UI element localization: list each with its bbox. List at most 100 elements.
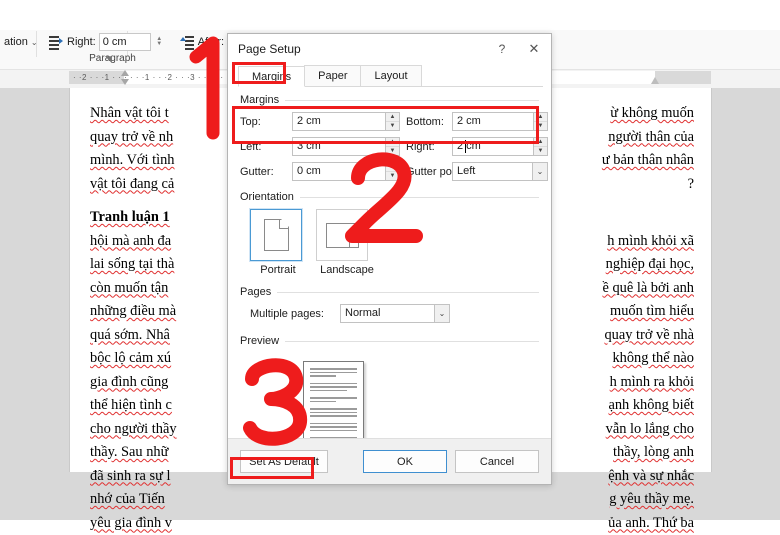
doc-line-right: ề quê là bởi anh	[602, 277, 694, 301]
spin-down-icon[interactable]: ▼	[386, 172, 399, 180]
multiple-pages-label: Multiple pages:	[250, 308, 330, 320]
gutter-position-select[interactable]: Left ⌄	[452, 162, 548, 181]
first-line-indent-marker[interactable]	[121, 70, 130, 85]
spacing-after-icon	[180, 35, 195, 49]
doc-line-right: nghiệp đại học,	[606, 253, 694, 277]
multiple-pages-select[interactable]: Normal ⌄	[340, 304, 450, 323]
doc-line-right: ừ không muốn	[610, 102, 694, 126]
preview-page-thumbnail	[303, 361, 364, 445]
orientation-portrait-label: Portrait	[250, 264, 306, 276]
preview-text-line	[310, 415, 357, 417]
section-rule	[300, 197, 539, 198]
preview-text-line	[310, 430, 357, 432]
section-rule	[285, 341, 539, 342]
doc-line-left: Nhân vật tôi t	[90, 105, 169, 121]
preview-text-line	[310, 408, 357, 410]
hanging-indent-icon	[121, 70, 129, 76]
orientation-landscape-option[interactable]: Landscape	[316, 209, 378, 276]
annotation-box-margin-fields	[232, 106, 539, 144]
dialog-primary-actions: OK Cancel	[363, 450, 539, 473]
doc-line-left: yêu gia đình v	[90, 515, 172, 531]
pages-section: Pages Multiple pages: Normal ⌄	[240, 286, 539, 323]
page-setup-dialog[interactable]: Page Setup ? ✕ Margins Paper Layout Marg…	[227, 33, 552, 485]
portrait-thumbnail[interactable]	[250, 209, 302, 261]
preview-text-line	[310, 423, 357, 425]
tab-layout[interactable]: Layout	[360, 65, 421, 86]
indent-right-input[interactable]: 0 cm	[99, 33, 151, 51]
doc-line-right: quay trở về nhà	[604, 324, 694, 348]
preview-text-line	[310, 368, 357, 370]
orientation-section-label: Orientation	[240, 191, 294, 203]
doc-heading-text: Tranh luận 1	[90, 209, 170, 225]
orientation-section: Orientation Portrait Landscape	[240, 191, 539, 276]
first-line-indent-icon	[121, 79, 129, 85]
doc-line-left: cho người thầy	[90, 421, 177, 437]
doc-line-left: thể hiện tình c	[90, 397, 172, 413]
chevron-down-icon[interactable]: ⌄	[532, 162, 548, 181]
chevron-down-icon: ⌄	[31, 38, 38, 47]
doc-line-right: ư bản thân nhân	[602, 149, 694, 173]
gutter-position-value[interactable]: Left	[452, 162, 532, 181]
doc-line-left: bộc lộ cảm xú	[90, 350, 171, 366]
dialog-title: Page Setup	[238, 42, 301, 56]
orientation-options: Portrait Landscape	[250, 209, 539, 276]
preview-text-line	[310, 372, 357, 374]
multiple-pages-row: Multiple pages: Normal ⌄	[250, 304, 539, 323]
cancel-button[interactable]: Cancel	[455, 450, 539, 473]
dialog-title-bar[interactable]: Page Setup ? ✕	[228, 34, 551, 63]
indent-right-stepper[interactable]: ▲▼	[154, 33, 165, 51]
doc-line-right: ạnh không biết	[608, 394, 694, 418]
annotation-box-set-as-default	[230, 457, 314, 479]
doc-line-right: h mình ra khỏi	[610, 371, 694, 395]
multiple-pages-value[interactable]: Normal	[340, 304, 434, 323]
doc-line-right: ệnh và sự nhắc	[608, 465, 694, 489]
doc-line-right: thầy, lòng anh	[613, 441, 694, 465]
annotation-box-margins-tab	[232, 62, 286, 84]
spin-up-icon[interactable]: ▲	[386, 163, 399, 172]
doc-line-left: gia đình cũng	[90, 374, 168, 390]
section-rule	[285, 100, 539, 101]
doc-line-right: g yêu thầy mẹ.	[609, 488, 694, 512]
pages-section-label: Pages	[240, 286, 271, 298]
margins-section-title: Margins	[240, 94, 539, 106]
ok-button[interactable]: OK	[363, 450, 447, 473]
word-application-window: ation ⌄ Right: 0 cm ▲▼ After: 10 p Parag…	[0, 0, 780, 520]
doc-line: nhớ của Tiến g yêu thầy mẹ.	[90, 488, 694, 512]
dialog-content: Margins Top: 2 cm ▲▼ Bottom: 2 cm ▲▼ Lef…	[228, 87, 551, 480]
orientation-portrait-option[interactable]: Portrait	[250, 209, 306, 276]
preview-text-line	[310, 383, 357, 385]
gutter-input[interactable]: 0 cm	[292, 162, 385, 181]
preview-section-title: Preview	[240, 335, 539, 347]
indent-right-icon	[49, 35, 64, 49]
chevron-down-icon[interactable]: ⌄	[434, 304, 450, 323]
indent-right-control[interactable]: Right: 0 cm ▲▼	[45, 32, 169, 52]
close-icon[interactable]: ✕	[517, 34, 551, 63]
spin-down-icon[interactable]: ▼	[386, 147, 399, 155]
doc-line-right: ?	[688, 173, 694, 197]
spin-down-icon[interactable]: ▼	[534, 147, 547, 155]
text-direction-dropdown[interactable]: ation ⌄	[0, 32, 36, 52]
preview-text-line	[310, 386, 357, 388]
doc-line: yêu gia đình v ủa anh. Thứ ba	[90, 512, 694, 535]
tab-paper[interactable]: Paper	[304, 65, 361, 86]
doc-line-right: h mình khỏi xã	[607, 230, 694, 254]
section-rule	[277, 292, 539, 293]
doc-line-left: mình. Với tình	[90, 152, 175, 168]
paragraph-dialog-launcher-icon[interactable]: ◥	[105, 54, 116, 65]
preview-text-line	[310, 412, 357, 414]
landscape-thumbnail[interactable]	[316, 209, 368, 261]
pages-section-title: Pages	[240, 286, 539, 298]
indent-right-label: Right:	[67, 36, 96, 48]
help-icon[interactable]: ?	[487, 34, 517, 63]
right-indent-icon	[651, 77, 659, 84]
right-indent-marker[interactable]	[651, 77, 660, 85]
text-direction-label: ation	[4, 36, 28, 48]
portrait-page-icon	[264, 219, 289, 251]
gutter-stepper[interactable]: 0 cm ▲▼	[292, 162, 400, 181]
orientation-landscape-label: Landscape	[316, 264, 378, 276]
doc-line-left: còn muốn tận	[90, 280, 168, 296]
gutter-spin-buttons[interactable]: ▲▼	[385, 162, 400, 181]
preview-text-line	[310, 426, 357, 428]
preview-section-label: Preview	[240, 335, 279, 347]
preview-text-line	[310, 390, 347, 392]
